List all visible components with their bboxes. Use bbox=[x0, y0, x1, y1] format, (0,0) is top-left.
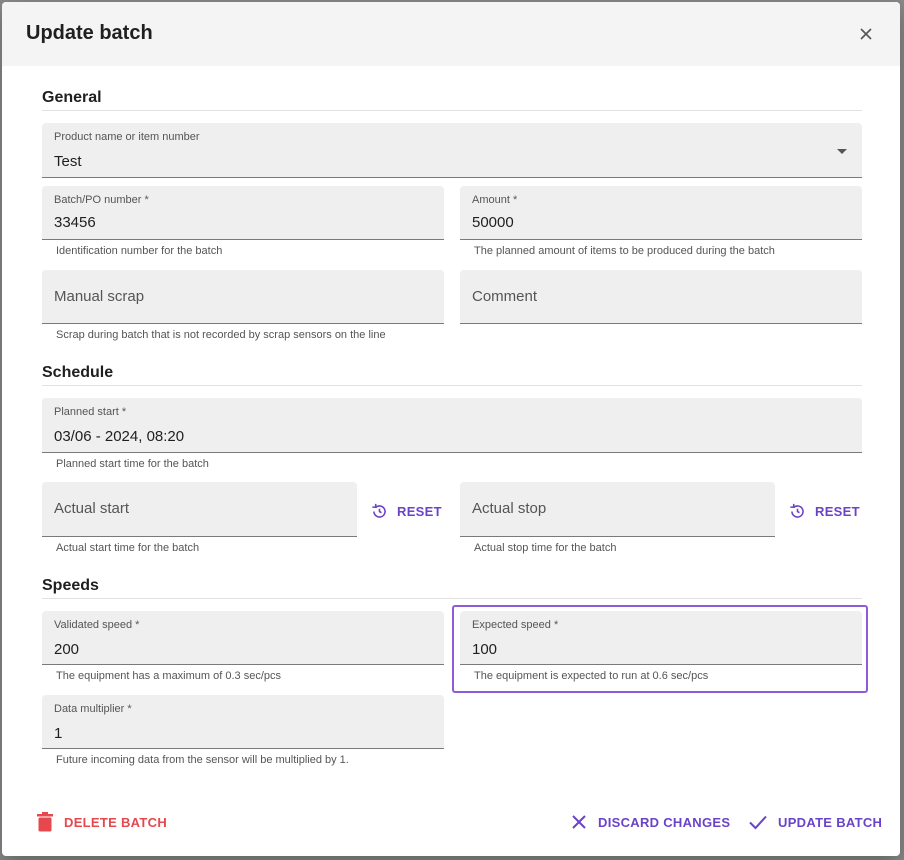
dialog-title: Update batch bbox=[26, 22, 153, 44]
planned-start-label: Planned start * bbox=[54, 406, 127, 418]
product-value: Test bbox=[54, 153, 82, 170]
section-title-general: General bbox=[42, 89, 102, 106]
discard-changes-button[interactable]: DISCARD CHANGES bbox=[570, 813, 730, 831]
actual-stop-placeholder: Actual stop bbox=[472, 500, 547, 517]
expected-speed-value: 100 bbox=[472, 641, 498, 658]
batch-number-helper: Identification number for the batch bbox=[56, 245, 223, 257]
update-batch-dialog: Update batch General Product name or ite… bbox=[2, 2, 900, 856]
amount-field[interactable]: Amount * 50000 bbox=[460, 186, 862, 240]
amount-value: 50000 bbox=[472, 214, 514, 231]
batch-number-field[interactable]: Batch/PO number * 33456 bbox=[42, 186, 444, 240]
amount-label: Amount * bbox=[472, 194, 518, 206]
actual-stop-helper: Actual stop time for the batch bbox=[474, 542, 617, 554]
manual-scrap-field[interactable]: Manual scrap bbox=[42, 270, 444, 324]
product-label: Product name or item number bbox=[54, 131, 200, 143]
x-icon bbox=[572, 815, 586, 829]
section-divider bbox=[42, 598, 862, 599]
reset-actual-start-button[interactable]: RESET bbox=[370, 499, 442, 523]
product-select[interactable]: Product name or item number Test bbox=[42, 123, 862, 178]
reset-label: RESET bbox=[815, 503, 860, 519]
history-icon bbox=[790, 503, 804, 518]
actual-start-helper: Actual start time for the batch bbox=[56, 542, 200, 554]
actual-start-placeholder: Actual start bbox=[54, 500, 130, 517]
trash-icon bbox=[37, 812, 53, 832]
chevron-down-icon[interactable] bbox=[837, 149, 847, 154]
dialog-header: Update batch bbox=[2, 2, 900, 66]
data-multiplier-label: Data multiplier * bbox=[54, 703, 132, 715]
manual-scrap-helper: Scrap during batch that is not recorded … bbox=[56, 329, 386, 341]
amount-helper: The planned amount of items to be produc… bbox=[474, 245, 775, 257]
manual-scrap-placeholder: Manual scrap bbox=[54, 288, 145, 305]
comment-field[interactable]: Comment bbox=[460, 270, 862, 324]
section-divider bbox=[42, 385, 862, 386]
delete-batch-button[interactable]: DELETE BATCH bbox=[36, 812, 167, 832]
data-multiplier-helper: Future incoming data from the sensor wil… bbox=[56, 754, 349, 766]
data-multiplier-field[interactable]: Data multiplier * 1 bbox=[42, 695, 444, 749]
planned-start-field[interactable]: Planned start * 03/06 - 2024, 08:20 bbox=[42, 398, 862, 453]
section-title-schedule: Schedule bbox=[42, 364, 114, 381]
planned-start-helper: Planned start time for the batch bbox=[56, 458, 209, 470]
discard-changes-label: DISCARD CHANGES bbox=[598, 814, 731, 830]
update-batch-button[interactable]: UPDATE BATCH bbox=[748, 813, 882, 831]
actual-start-field[interactable]: Actual start bbox=[42, 482, 357, 537]
history-icon bbox=[372, 503, 386, 518]
planned-start-value: 03/06 - 2024, 08:20 bbox=[54, 428, 185, 445]
expected-speed-field[interactable]: Expected speed * 100 bbox=[460, 611, 862, 665]
validated-speed-helper: The equipment has a maximum of 0.3 sec/p… bbox=[56, 670, 281, 682]
validated-speed-label: Validated speed * bbox=[54, 619, 140, 631]
validated-speed-value: 200 bbox=[54, 641, 80, 658]
close-icon[interactable] bbox=[854, 22, 878, 46]
data-multiplier-value: 1 bbox=[54, 725, 63, 742]
update-batch-label: UPDATE BATCH bbox=[778, 814, 883, 830]
section-divider bbox=[42, 110, 862, 111]
comment-placeholder: Comment bbox=[472, 288, 538, 305]
expected-speed-label: Expected speed * bbox=[472, 619, 559, 631]
batch-number-value: 33456 bbox=[54, 214, 96, 231]
section-title-speeds: Speeds bbox=[42, 577, 99, 594]
actual-stop-field[interactable]: Actual stop bbox=[460, 482, 775, 537]
batch-number-label: Batch/PO number * bbox=[54, 194, 149, 206]
reset-actual-stop-button[interactable]: RESET bbox=[788, 499, 860, 523]
check-icon bbox=[749, 815, 767, 830]
reset-label: RESET bbox=[397, 503, 442, 519]
delete-batch-label: DELETE BATCH bbox=[64, 814, 168, 830]
validated-speed-field[interactable]: Validated speed * 200 bbox=[42, 611, 444, 665]
expected-speed-helper: The equipment is expected to run at 0.6 … bbox=[474, 670, 709, 682]
